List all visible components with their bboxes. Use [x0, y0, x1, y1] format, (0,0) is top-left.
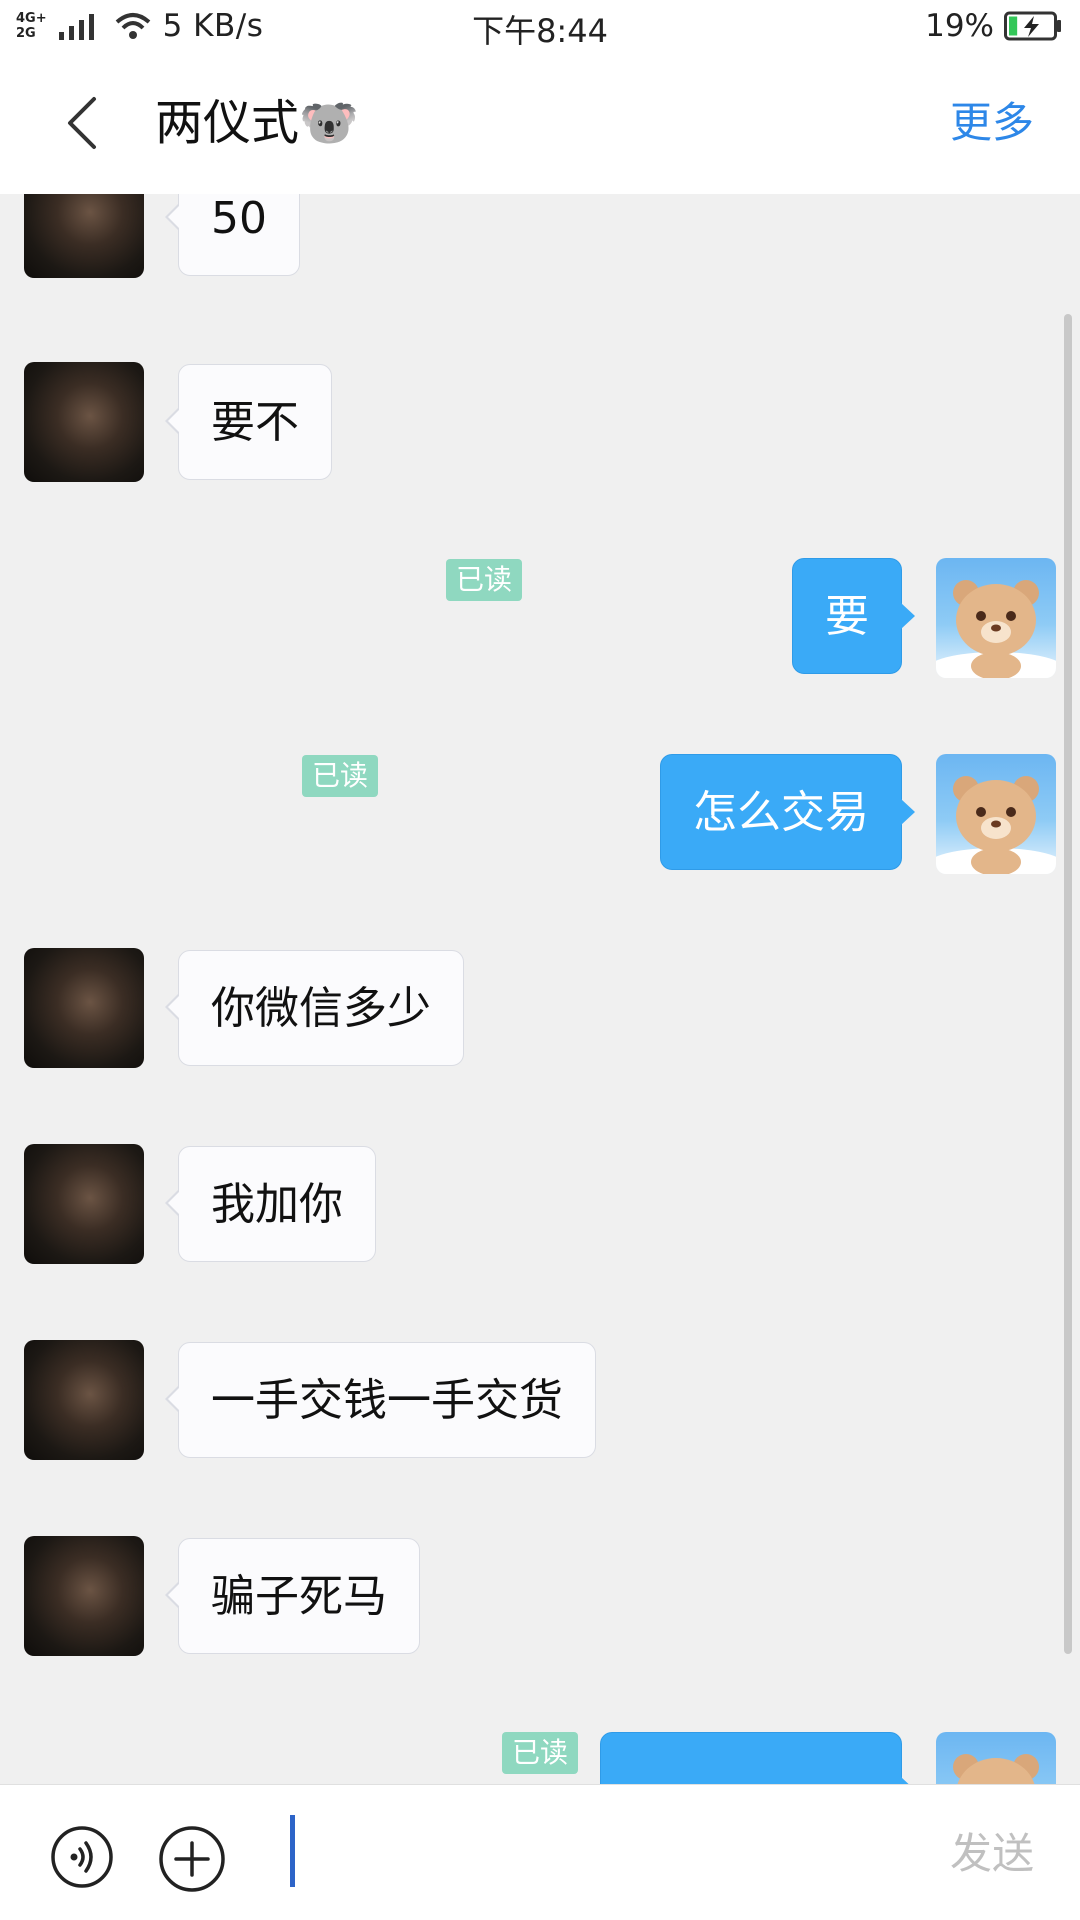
message-input-bar: 发送 [0, 1784, 1080, 1920]
message-row: 我加你 [0, 1144, 1080, 1280]
voice-button[interactable] [50, 1825, 114, 1889]
plus-button[interactable] [158, 1825, 226, 1893]
message-row: 一手交钱一手交货 [0, 1340, 1080, 1476]
chat-title: 两仪式🐨 [155, 95, 359, 151]
message-row: 骗子死马 [0, 1536, 1080, 1672]
bear-avatar-icon [936, 776, 1056, 874]
bear-avatar-icon [936, 580, 1056, 678]
battery-percent: 19% [925, 8, 994, 44]
message-input[interactable] [270, 1809, 910, 1899]
my-avatar[interactable] [936, 1732, 1056, 1784]
contact-avatar[interactable] [24, 362, 144, 482]
message-row: 已读 怎么交易 [0, 754, 1080, 890]
my-avatar[interactable] [936, 754, 1056, 874]
chat-scrollbar[interactable] [1064, 314, 1072, 1654]
back-button[interactable] [52, 88, 112, 158]
incoming-message-bubble[interactable]: 骗子死马 [165, 1538, 420, 1654]
outgoing-message-bubble[interactable]: 要 [792, 558, 915, 674]
message-row: 要不 [0, 362, 1080, 498]
contact-avatar[interactable] [24, 1536, 144, 1656]
message-row: 你微信多少 [0, 948, 1080, 1084]
incoming-message-bubble[interactable]: 50 [165, 194, 300, 276]
read-status-badge: 已读 [445, 559, 522, 601]
outgoing-message-bubble[interactable]: 怎么交易 [660, 754, 915, 870]
my-avatar[interactable] [936, 558, 1056, 678]
plus-circle-icon [159, 1826, 225, 1892]
send-button[interactable]: 发送 [950, 1809, 1034, 1899]
status-bar: 4G+ 2G 5 KB/s 下午8:44 19% [0, 0, 1080, 56]
read-status-badge: 已读 [501, 1732, 578, 1774]
more-button[interactable]: 更多 [950, 88, 1034, 158]
voice-icon [51, 1826, 113, 1888]
bear-avatar-icon [953, 1754, 1039, 1784]
chat-header: 两仪式🐨 更多 [0, 56, 1080, 194]
text-cursor [290, 1815, 295, 1887]
chat-message-list[interactable]: 50 要不 已读 要 已读 怎么交易 你微信多少 我加你 一手交钱一手交货 骗子… [0, 194, 1080, 1784]
chevron-left-icon [68, 97, 96, 149]
message-row: 50 [0, 194, 1080, 294]
contact-avatar[interactable] [24, 194, 144, 278]
incoming-message-bubble[interactable]: 我加你 [165, 1146, 376, 1262]
read-status-badge: 已读 [301, 755, 378, 797]
message-row: 已读 [0, 1732, 1080, 1784]
contact-avatar[interactable] [24, 1340, 144, 1460]
contact-avatar[interactable] [24, 948, 144, 1068]
battery-charging-icon [1004, 11, 1061, 41]
status-right: 19% [925, 8, 1062, 44]
incoming-message-bubble[interactable]: 一手交钱一手交货 [165, 1342, 596, 1458]
incoming-message-bubble[interactable]: 要不 [165, 364, 332, 480]
incoming-message-bubble[interactable]: 你微信多少 [165, 950, 464, 1066]
message-row: 已读 要 [0, 558, 1080, 694]
outgoing-message-bubble[interactable] [600, 1732, 915, 1784]
status-time: 下午8:44 [472, 12, 608, 50]
contact-avatar[interactable] [24, 1144, 144, 1264]
